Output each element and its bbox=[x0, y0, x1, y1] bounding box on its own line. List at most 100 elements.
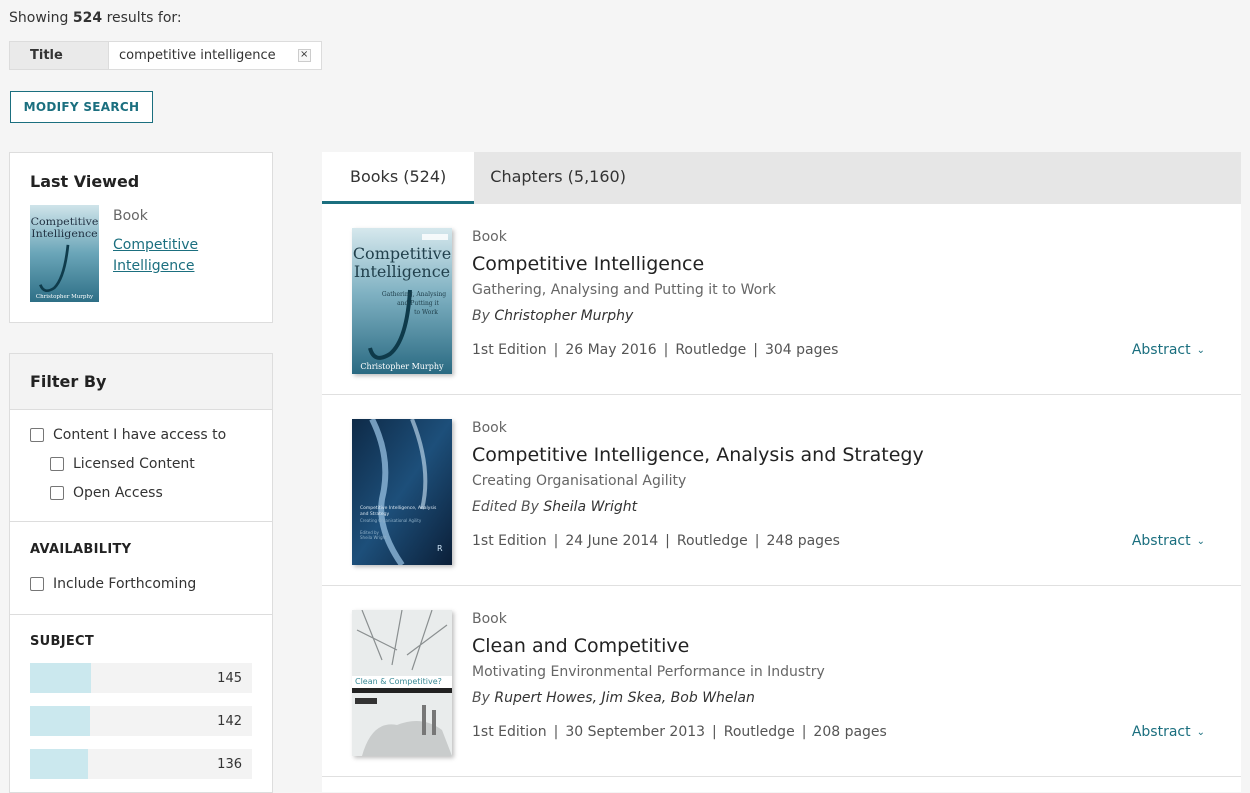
subject-facet-row[interactable]: 142 bbox=[30, 706, 252, 736]
result-meta: 1st Edition | 30 September 2013 | Routledge |… bbox=[472, 724, 887, 740]
svg-text:Intelligence: Intelligence bbox=[31, 227, 97, 240]
availability-title: AVAILABILITY bbox=[30, 542, 132, 557]
access-label: Content I have access to bbox=[53, 427, 227, 443]
licensed-checkbox[interactable] bbox=[50, 457, 64, 471]
access-filter[interactable]: Content I have access to bbox=[30, 427, 226, 443]
result-authors: Edited By Sheila Wright bbox=[472, 499, 637, 515]
page-count: 304 pages bbox=[764, 342, 839, 358]
svg-text:and Strategy: and Strategy bbox=[360, 511, 390, 517]
search-term-chip: Title competitive intelligence × bbox=[9, 41, 322, 70]
result-title-link[interactable]: Clean and Competitive bbox=[472, 635, 689, 657]
result-title-link[interactable]: Competitive Intelligence bbox=[472, 253, 704, 275]
results-summary: Showing 524 results for: bbox=[9, 10, 182, 26]
result-meta: 1st Edition | 26 May 2016 | Routledge | 304 pa… bbox=[472, 342, 839, 358]
last-viewed-cover-image[interactable]: Competitive Intelligence Christopher Mur… bbox=[30, 205, 99, 302]
result-item-partial bbox=[322, 777, 1241, 792]
result-type: Book bbox=[472, 420, 507, 436]
book-cover-image[interactable]: Competitive Intelligence, Analysis and S… bbox=[352, 419, 452, 565]
result-subtitle: Creating Organisational Agility bbox=[472, 473, 687, 489]
access-checkbox[interactable] bbox=[30, 428, 44, 442]
remove-term-icon[interactable]: × bbox=[297, 49, 311, 62]
tab-books[interactable]: Books (524) bbox=[322, 152, 475, 204]
result-count: 524 bbox=[72, 10, 103, 26]
svg-text:Gathering, Analysing: Gathering, Analysing bbox=[382, 291, 446, 298]
edition: 1st Edition bbox=[472, 724, 547, 740]
result-title-link[interactable]: Competitive Intelligence, Analysis and S… bbox=[472, 444, 924, 466]
result-authors: By Rupert Howes, Jim Skea, Bob Whelan bbox=[472, 690, 755, 706]
svg-text:Christopher Murphy: Christopher Murphy bbox=[36, 294, 94, 300]
svg-text:Creating Organisational Agilit: Creating Organisational Agility bbox=[360, 518, 422, 523]
publisher: Routledge bbox=[676, 533, 748, 549]
chevron-down-icon: ⌄ bbox=[1196, 726, 1205, 738]
results-panel: Books (524) Chapters (5,160) Competitive… bbox=[322, 152, 1241, 792]
licensed-label: Licensed Content bbox=[73, 456, 195, 472]
result-type: Book bbox=[472, 611, 507, 627]
chevron-down-icon: ⌄ bbox=[1196, 535, 1205, 547]
modify-search-button[interactable]: MODIFY SEARCH bbox=[10, 91, 153, 123]
open-access-checkbox[interactable] bbox=[50, 486, 64, 500]
publish-date: 26 May 2016 bbox=[565, 342, 657, 358]
svg-text:Clean & Competitive?: Clean & Competitive? bbox=[355, 677, 442, 686]
svg-text:to Work: to Work bbox=[414, 309, 438, 316]
last-viewed-link[interactable]: Competitive Intelligence bbox=[113, 235, 223, 277]
subject-count: 142 bbox=[217, 714, 242, 729]
abstract-label: Abstract bbox=[1131, 342, 1191, 358]
subject-facet-row[interactable]: 136 bbox=[30, 749, 252, 779]
abstract-label: Abstract bbox=[1131, 724, 1191, 740]
result-item: Clean & Competitive? Book Clean and Comp… bbox=[322, 586, 1241, 777]
abstract-toggle[interactable]: Abstract ⌄ bbox=[1132, 724, 1205, 740]
result-item: Competitive Intelligence, Analysis and S… bbox=[322, 395, 1241, 586]
forthcoming-checkbox[interactable] bbox=[30, 577, 44, 591]
svg-text:Competitive: Competitive bbox=[31, 215, 99, 228]
last-viewed-panel: Last Viewed Competitive Intelligence Chr… bbox=[9, 152, 273, 323]
filter-panel: Filter By Content I have access to Licen… bbox=[9, 353, 273, 793]
svg-text:Competitive Intelligence, Anal: Competitive Intelligence, Analysis bbox=[360, 505, 437, 511]
result-subtitle: Motivating Environmental Performance in … bbox=[472, 664, 825, 680]
page-count: 208 pages bbox=[813, 724, 887, 740]
svg-text:Sheila Wright: Sheila Wright bbox=[360, 535, 387, 540]
result-item: Competitive Intelligence Gathering, Anal… bbox=[322, 204, 1241, 395]
filter-header: Filter By bbox=[10, 354, 272, 410]
edition: 1st Edition bbox=[472, 533, 547, 549]
last-viewed-title: Last Viewed bbox=[30, 172, 140, 191]
by-prefix: Edited By bbox=[472, 499, 539, 515]
publish-date: 24 June 2014 bbox=[565, 533, 659, 549]
author-names: Rupert Howes, Jim Skea, Bob Whelan bbox=[494, 690, 755, 706]
result-meta: 1st Edition | 24 June 2014 | Routledge | 248 p… bbox=[472, 533, 840, 549]
abstract-toggle[interactable]: Abstract ⌄ bbox=[1132, 342, 1205, 358]
svg-text:Competitive: Competitive bbox=[353, 244, 451, 263]
chevron-down-icon: ⌄ bbox=[1196, 344, 1205, 356]
subject-bar bbox=[30, 663, 92, 693]
publish-date: 30 September 2013 bbox=[565, 724, 706, 740]
svg-text:R: R bbox=[437, 544, 443, 553]
subject-count: 136 bbox=[217, 757, 242, 772]
author-names: Sheila Wright bbox=[543, 499, 638, 515]
subject-bar bbox=[30, 706, 90, 736]
forthcoming-label: Include Forthcoming bbox=[53, 576, 197, 592]
term-field-label: Title bbox=[10, 42, 109, 69]
showing-prefix: Showing bbox=[9, 10, 69, 26]
abstract-toggle[interactable]: Abstract ⌄ bbox=[1132, 533, 1205, 549]
showing-suffix: results for: bbox=[106, 10, 182, 26]
last-viewed-type: Book bbox=[113, 208, 148, 224]
tab-chapters[interactable]: Chapters (5,160) bbox=[474, 152, 654, 204]
by-prefix: By bbox=[472, 690, 490, 706]
by-prefix: By bbox=[472, 308, 490, 324]
licensed-filter[interactable]: Licensed Content bbox=[50, 456, 195, 472]
open-access-filter[interactable]: Open Access bbox=[50, 485, 163, 501]
book-cover-image[interactable]: Competitive Intelligence Gathering, Anal… bbox=[352, 228, 452, 374]
divider bbox=[10, 521, 272, 522]
results-tabs: Books (524) Chapters (5,160) bbox=[322, 152, 1241, 204]
filter-title: Filter By bbox=[30, 372, 107, 391]
subject-facet-row[interactable]: 145 bbox=[30, 663, 252, 693]
result-subtitle: Gathering, Analysing and Putting it to W… bbox=[472, 282, 777, 298]
result-authors: By Christopher Murphy bbox=[472, 308, 633, 324]
publisher: Routledge bbox=[675, 342, 747, 358]
open-access-label: Open Access bbox=[73, 485, 163, 501]
forthcoming-filter[interactable]: Include Forthcoming bbox=[30, 576, 196, 592]
publisher: Routledge bbox=[723, 724, 795, 740]
edition: 1st Edition bbox=[472, 342, 547, 358]
subject-bar bbox=[30, 749, 88, 779]
book-cover-image[interactable]: Clean & Competitive? bbox=[352, 610, 452, 756]
svg-text:and Putting it: and Putting it bbox=[397, 300, 439, 307]
